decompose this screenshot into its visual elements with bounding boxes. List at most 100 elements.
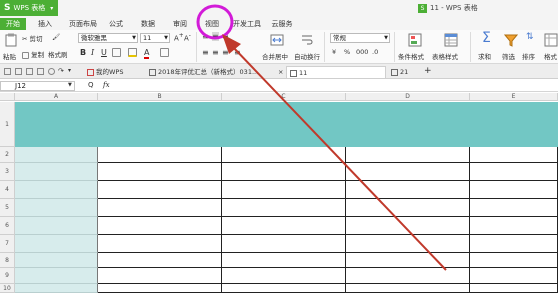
align-middle-button[interactable]: ≡ (212, 32, 219, 41)
quick-access-more-icon[interactable]: ▾ (68, 67, 71, 74)
row-header-9[interactable]: 9 (0, 268, 15, 284)
font-size-select[interactable]: 11 ▼ (140, 33, 170, 43)
cell-d10[interactable] (346, 284, 470, 293)
align-right-button[interactable]: ≡ (222, 48, 229, 57)
app-menu-button[interactable]: S WPS 表格 ▾ (0, 0, 58, 16)
font-name-select[interactable]: 微软雅黑 ▼ (78, 33, 138, 43)
wrap-text-icon[interactable] (300, 33, 314, 47)
cell-a3[interactable] (15, 163, 98, 181)
cell-c5[interactable] (222, 199, 346, 217)
cell-d4[interactable] (346, 181, 470, 199)
cell-b6[interactable] (98, 217, 222, 235)
cell-d6[interactable] (346, 217, 470, 235)
bold-button[interactable]: B (80, 48, 86, 57)
fill-color-button[interactable] (128, 48, 137, 57)
row-header-10[interactable]: 10 (0, 284, 15, 293)
sort-button[interactable]: 排序 (522, 51, 535, 61)
paste-icon[interactable] (4, 33, 18, 47)
cell-e8[interactable] (470, 253, 558, 268)
cell-a10[interactable] (15, 284, 98, 293)
align-bottom-button[interactable]: ≡ (222, 32, 229, 41)
cell-a5[interactable] (15, 199, 98, 217)
redo-icon[interactable]: ↷ (58, 67, 64, 75)
cell-c7[interactable] (222, 235, 346, 253)
cell-a2[interactable] (15, 147, 98, 163)
print-icon[interactable] (26, 68, 33, 75)
cell-d7[interactable] (346, 235, 470, 253)
tab-formula[interactable]: 公式 (104, 18, 128, 30)
cut-button[interactable]: ✂ 剪切 (22, 33, 43, 43)
cell-b2[interactable] (98, 147, 222, 163)
clear-format-button[interactable] (160, 48, 169, 57)
fx-icon[interactable]: fx (103, 81, 110, 89)
cell-a6[interactable] (15, 217, 98, 235)
new-tab-button[interactable]: + (424, 66, 432, 76)
cell-e9[interactable] (470, 268, 558, 284)
filter-button[interactable]: 筛选 (502, 51, 515, 61)
row-header-4[interactable]: 4 (0, 181, 15, 199)
tab-page-layout[interactable]: 页面布局 (66, 18, 100, 30)
tab-cloud[interactable]: 云服务 (268, 18, 296, 30)
tab-developer[interactable]: 开发工具 (230, 18, 264, 30)
formula-input[interactable] (114, 81, 558, 91)
doc-tab-11[interactable]: 11 (286, 66, 386, 78)
cell-b9[interactable] (98, 268, 222, 284)
table-style-icon[interactable] (444, 33, 458, 47)
underline-button[interactable]: U (101, 48, 107, 57)
cell-d5[interactable] (346, 199, 470, 217)
cell-e10[interactable] (470, 284, 558, 293)
close-tab-icon[interactable]: × (278, 68, 283, 76)
conditional-format-button[interactable]: 条件格式 (398, 51, 424, 61)
tab-insert[interactable]: 插入 (32, 18, 58, 30)
chevron-down-icon[interactable]: ▼ (68, 82, 72, 88)
tab-data[interactable]: 数据 (136, 18, 160, 30)
conditional-format-icon[interactable] (408, 33, 422, 47)
decrease-font-button[interactable]: A- (184, 33, 191, 42)
format-painter-button[interactable]: 格式刷 (48, 49, 68, 59)
paste-button[interactable]: 粘贴 (3, 51, 16, 61)
cell-a8[interactable] (15, 253, 98, 268)
cell-c4[interactable] (222, 181, 346, 199)
sort-icon[interactable]: ⇅ (526, 32, 534, 42)
align-left-button[interactable]: ≡ (202, 48, 209, 57)
row-header-5[interactable]: 5 (0, 199, 15, 217)
tab-view[interactable]: 视图 (200, 18, 224, 30)
doc-tab-my-wps[interactable]: 我的WPS (84, 66, 144, 78)
sum-button[interactable]: 求和 (478, 51, 491, 61)
doc-tab-2018-summary[interactable]: 2018年评优汇总（新格式）031... (146, 66, 276, 78)
align-justify-button[interactable]: ≡ (234, 48, 241, 57)
align-top-button[interactable]: ≡ (202, 32, 209, 41)
wrap-text-button[interactable]: 自动换行 (294, 51, 320, 61)
new-file-icon[interactable] (15, 68, 22, 75)
italic-button[interactable]: I (91, 48, 94, 57)
cell-c10[interactable] (222, 284, 346, 293)
cell-c2[interactable] (222, 147, 346, 163)
select-all-corner[interactable] (0, 93, 15, 101)
cell-b5[interactable] (98, 199, 222, 217)
cell-e3[interactable] (470, 163, 558, 181)
cell-a9[interactable] (15, 268, 98, 284)
cell-b10[interactable] (98, 284, 222, 293)
cell-d3[interactable] (346, 163, 470, 181)
table-style-button[interactable]: 表格样式 (432, 51, 458, 61)
column-header-e[interactable]: E (470, 93, 558, 101)
border-button[interactable] (112, 48, 121, 57)
column-header-b[interactable]: B (98, 93, 222, 101)
cell-d2[interactable] (346, 147, 470, 163)
merge-center-button[interactable]: 合并居中 (262, 51, 288, 61)
cell-c8[interactable] (222, 253, 346, 268)
cell-e6[interactable] (470, 217, 558, 235)
cell-c9[interactable] (222, 268, 346, 284)
cell-e4[interactable] (470, 181, 558, 199)
cell-a4[interactable] (15, 181, 98, 199)
align-center-button[interactable]: ≡ (212, 48, 219, 57)
decimal-button[interactable]: .0 (372, 48, 378, 56)
name-box[interactable]: J12 (0, 81, 75, 91)
column-header-c[interactable]: C (222, 93, 346, 101)
font-color-button[interactable]: A (144, 48, 150, 59)
format-button[interactable]: 格式 (544, 51, 557, 61)
copy-button[interactable]: 复制 (22, 49, 44, 59)
cell-d8[interactable] (346, 253, 470, 268)
brush-icon[interactable]: 🖌 (52, 33, 60, 41)
cell-e5[interactable] (470, 199, 558, 217)
